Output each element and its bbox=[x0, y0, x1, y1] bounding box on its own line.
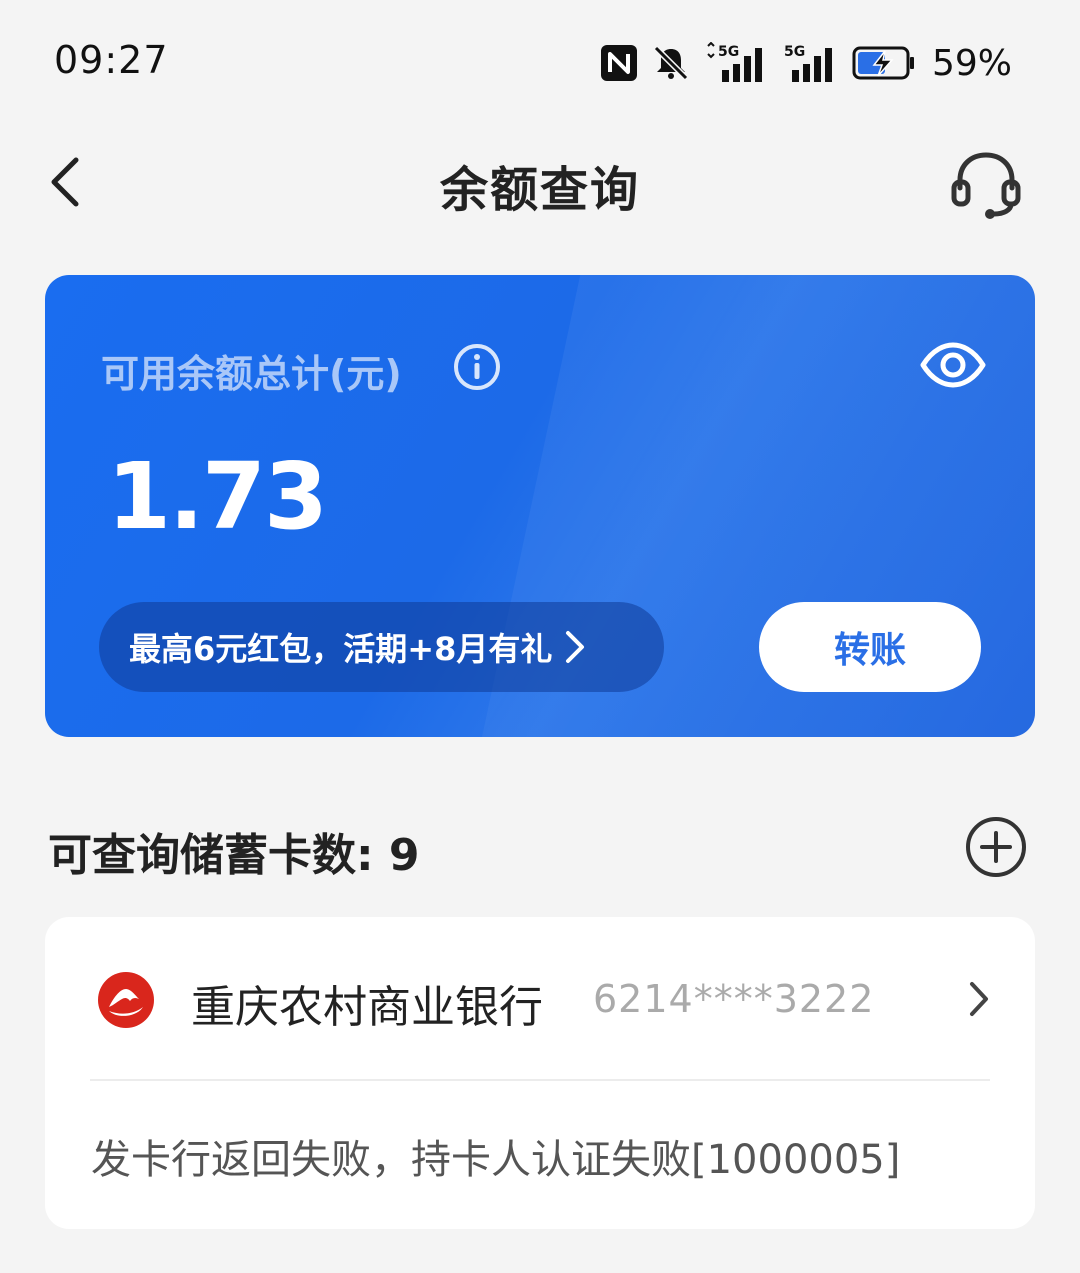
status-time: 09:27 bbox=[54, 38, 169, 82]
bank-logo-icon bbox=[98, 972, 154, 1028]
chevron-right-icon bbox=[566, 631, 585, 663]
status-icons: 5G 5G 59% bbox=[600, 38, 1012, 88]
svg-text:5G: 5G bbox=[784, 44, 805, 60]
headset-icon bbox=[951, 152, 1021, 219]
promo-text: 最高6元红包，活期+8月有礼 bbox=[129, 630, 553, 668]
balance-label: 可用余额总计(元) bbox=[101, 352, 402, 396]
eye-icon[interactable] bbox=[919, 341, 987, 389]
section-header: 可查询储蓄卡数: 9 bbox=[48, 815, 1028, 881]
promo-banner[interactable]: 最高6元红包，活期+8月有礼 bbox=[99, 602, 664, 692]
add-card-button[interactable] bbox=[964, 815, 1028, 879]
card-list: 重庆农村商业银行 6214****3222 发卡行返回失败，持卡人认证失败[10… bbox=[45, 917, 1035, 1229]
card-number: 6214****3222 bbox=[593, 977, 875, 1021]
signal-5g-icon: 5G bbox=[707, 42, 762, 82]
header: 余额查询 bbox=[0, 130, 1080, 240]
battery-charging-icon bbox=[852, 46, 914, 80]
svg-text:5G: 5G bbox=[718, 44, 739, 60]
info-icon[interactable] bbox=[453, 343, 501, 391]
divider bbox=[90, 1079, 990, 1081]
bell-off-icon bbox=[653, 45, 689, 81]
transfer-button[interactable]: 转账 bbox=[759, 602, 981, 692]
balance-amount: 1.73 bbox=[107, 443, 328, 550]
battery-percent: 59% bbox=[931, 42, 1012, 84]
bank-name: 重庆农村商业银行 bbox=[191, 982, 543, 1033]
page-title: 余额查询 bbox=[439, 162, 640, 218]
plus-circle-icon bbox=[966, 817, 1026, 877]
status-bar: 09:27 5G 5G 59% bbox=[0, 0, 1080, 120]
signal-5g-icon: 5G bbox=[784, 44, 832, 82]
nfc-icon bbox=[600, 45, 637, 81]
card-status-message: 发卡行返回失败，持卡人认证失败[1000005] bbox=[91, 1137, 901, 1183]
chevron-right-icon bbox=[970, 982, 988, 1016]
section-title: 可查询储蓄卡数: 9 bbox=[48, 830, 420, 881]
customer-service-button[interactable] bbox=[950, 148, 1022, 220]
bank-card-row[interactable]: 重庆农村商业银行 6214****3222 bbox=[45, 917, 1035, 1079]
balance-card: 可用余额总计(元) 1.73 最高6元红包，活期+8月有礼 转账 bbox=[45, 275, 1035, 737]
